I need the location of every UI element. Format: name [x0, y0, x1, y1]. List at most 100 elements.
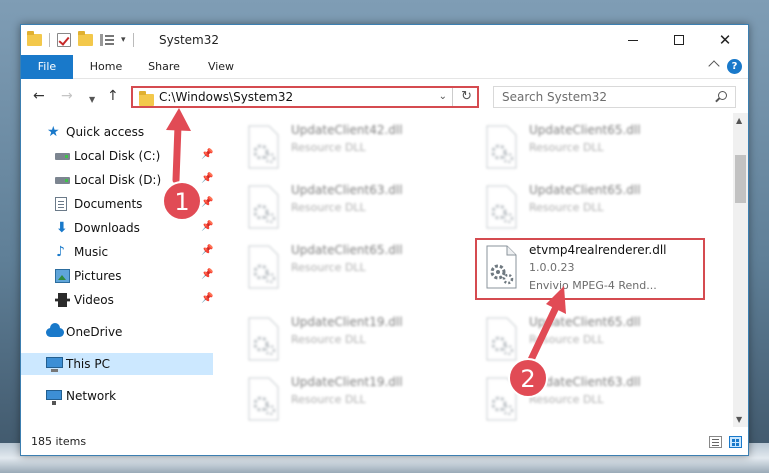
file-type: Resource DLL	[291, 261, 366, 274]
file-type: Resource DLL	[291, 141, 366, 154]
file-item[interactable]: UpdateClient42.dll Resource DLL	[241, 121, 481, 173]
window-controls: ✕	[610, 25, 748, 55]
toolbar-divider	[49, 33, 50, 47]
folder-icon[interactable]	[27, 31, 42, 46]
search-placeholder: Search System32	[502, 90, 608, 104]
tab-share[interactable]: Share	[139, 55, 189, 79]
sidebar-item-videos[interactable]: Videos 📌	[21, 289, 213, 311]
dll-file-icon	[248, 317, 279, 361]
sidebar-item-network[interactable]: Network	[21, 385, 213, 407]
file-name: UpdateClient65.dll	[529, 123, 641, 137]
file-name: UpdateClient63.dll	[291, 183, 403, 197]
new-folder-icon[interactable]	[78, 31, 93, 46]
sidebar-item-local-disk-d[interactable]: Local Disk (D:) 📌	[21, 169, 213, 191]
window-title: System32	[159, 33, 220, 47]
file-name: UpdateClient19.dll	[291, 315, 403, 329]
pin-icon[interactable]: 📌	[201, 293, 213, 304]
pin-icon[interactable]: 📌	[201, 269, 213, 280]
address-history-chevron-down-icon[interactable]: ⌄	[439, 91, 447, 102]
tab-file[interactable]: File	[21, 55, 73, 79]
file-type: Resource DLL	[529, 141, 604, 154]
toolbar-divider	[132, 33, 134, 47]
file-item[interactable]: UpdateClient19.dll Resource DLL	[241, 373, 481, 425]
address-folder-icon	[139, 91, 154, 106]
sidebar-item-music[interactable]: ♪ Music 📌	[21, 241, 213, 263]
maximize-icon	[674, 35, 684, 45]
file-name: UpdateClient65.dll	[291, 243, 403, 257]
pin-icon[interactable]: 📌	[201, 245, 213, 256]
documents-icon	[55, 197, 67, 211]
customize-toolbar-chevron-down-icon[interactable]: ▾	[121, 35, 126, 45]
sidebar-item-label: Downloads	[74, 221, 140, 235]
details-view-icon[interactable]	[709, 436, 722, 448]
sidebar-item-label: Documents	[74, 197, 143, 211]
sidebar-item-onedrive[interactable]: OneDrive	[21, 321, 213, 343]
help-icon[interactable]: ?	[727, 59, 742, 74]
scrollbar-thumb[interactable]	[735, 155, 746, 203]
music-icon: ♪	[56, 244, 65, 260]
dll-file-icon	[248, 377, 279, 421]
up-arrow-icon[interactable]: ↑	[107, 88, 119, 104]
status-bar: 185 items	[21, 427, 748, 455]
file-item[interactable]: UpdateClient63.dll Resource DLL	[479, 373, 719, 425]
dll-file-icon	[486, 377, 517, 421]
dll-file-icon	[248, 185, 279, 229]
file-item[interactable]: UpdateClient65.dll Resource DLL	[479, 181, 719, 233]
quick-access-toolbar: ▾	[27, 31, 134, 49]
pc-icon	[46, 357, 63, 372]
properties-icon[interactable]	[100, 34, 114, 46]
scroll-down-chevron-icon[interactable]: ▼	[736, 415, 742, 424]
sidebar-item-label: Music	[74, 245, 109, 259]
maximize-button[interactable]	[656, 25, 702, 55]
sidebar-item-label: OneDrive	[66, 325, 123, 339]
file-name: UpdateClient19.dll	[291, 375, 403, 389]
file-type: Resource DLL	[291, 333, 366, 346]
pin-icon[interactable]: 📌	[201, 197, 213, 208]
search-input[interactable]: Search System32	[493, 86, 736, 108]
forward-arrow-icon[interactable]: →	[61, 88, 73, 104]
minimize-icon	[628, 39, 638, 41]
pin-icon[interactable]: 📌	[201, 149, 213, 160]
disk-icon	[55, 153, 70, 160]
address-bar[interactable]: C:\Windows\System32 ⌄ ↻	[131, 86, 479, 108]
close-button[interactable]: ✕	[702, 25, 748, 55]
recent-locations-chevron-down-icon[interactable]: ▼	[89, 92, 95, 108]
back-arrow-icon[interactable]: ←	[33, 88, 45, 104]
scroll-up-chevron-icon[interactable]: ▲	[736, 116, 742, 125]
file-item[interactable]: UpdateClient19.dll Resource DLL	[241, 313, 481, 365]
network-icon	[46, 390, 62, 405]
properties-check-icon[interactable]	[57, 33, 71, 47]
tab-home[interactable]: Home	[81, 55, 131, 79]
downloads-icon: ⬇	[56, 220, 68, 236]
address-path[interactable]: C:\Windows\System32	[159, 90, 293, 104]
sidebar-item-downloads[interactable]: ⬇ Downloads 📌	[21, 217, 213, 239]
file-item[interactable]: UpdateClient65.dll Resource DLL	[479, 121, 719, 173]
sidebar-item-pictures[interactable]: Pictures 📌	[21, 265, 213, 287]
sidebar-item-label: Network	[66, 389, 117, 403]
tab-view[interactable]: View	[197, 55, 245, 79]
expand-ribbon-chevron-icon[interactable]	[708, 60, 720, 72]
search-icon[interactable]	[718, 91, 727, 100]
sidebar-item-quick-access[interactable]: ★ Quick access	[21, 121, 213, 143]
file-type: Resource DLL	[529, 201, 604, 214]
vertical-scrollbar[interactable]: ▲ ▼	[733, 113, 748, 427]
highlighted-file-outline	[475, 238, 705, 300]
file-type: Resource DLL	[291, 393, 366, 406]
pin-icon[interactable]: 📌	[201, 173, 213, 184]
sidebar-item-this-pc[interactable]: This PC	[21, 353, 213, 375]
sidebar-item-documents[interactable]: Documents 📌	[21, 193, 213, 215]
sidebar-item-label: Quick access	[66, 125, 145, 139]
sidebar-item-local-disk-c[interactable]: Local Disk (C:) 📌	[21, 145, 213, 167]
sidebar-item-label: Local Disk (C:)	[74, 149, 161, 163]
file-item[interactable]: UpdateClient65.dll Resource DLL	[241, 241, 481, 293]
minimize-button[interactable]	[610, 25, 656, 55]
navigation-pane: ★ Quick access Local Disk (C:) 📌 Local D…	[21, 113, 213, 427]
file-item[interactable]: UpdateClient65.dll Resource DLL	[479, 313, 719, 365]
pin-icon[interactable]: 📌	[201, 221, 213, 232]
refresh-icon[interactable]: ↻	[461, 89, 472, 104]
star-icon: ★	[47, 124, 60, 140]
item-count: 185 items	[31, 435, 87, 448]
large-icons-view-icon[interactable]	[729, 436, 742, 448]
file-type: Resource DLL	[291, 201, 366, 214]
file-item[interactable]: UpdateClient63.dll Resource DLL	[241, 181, 481, 233]
